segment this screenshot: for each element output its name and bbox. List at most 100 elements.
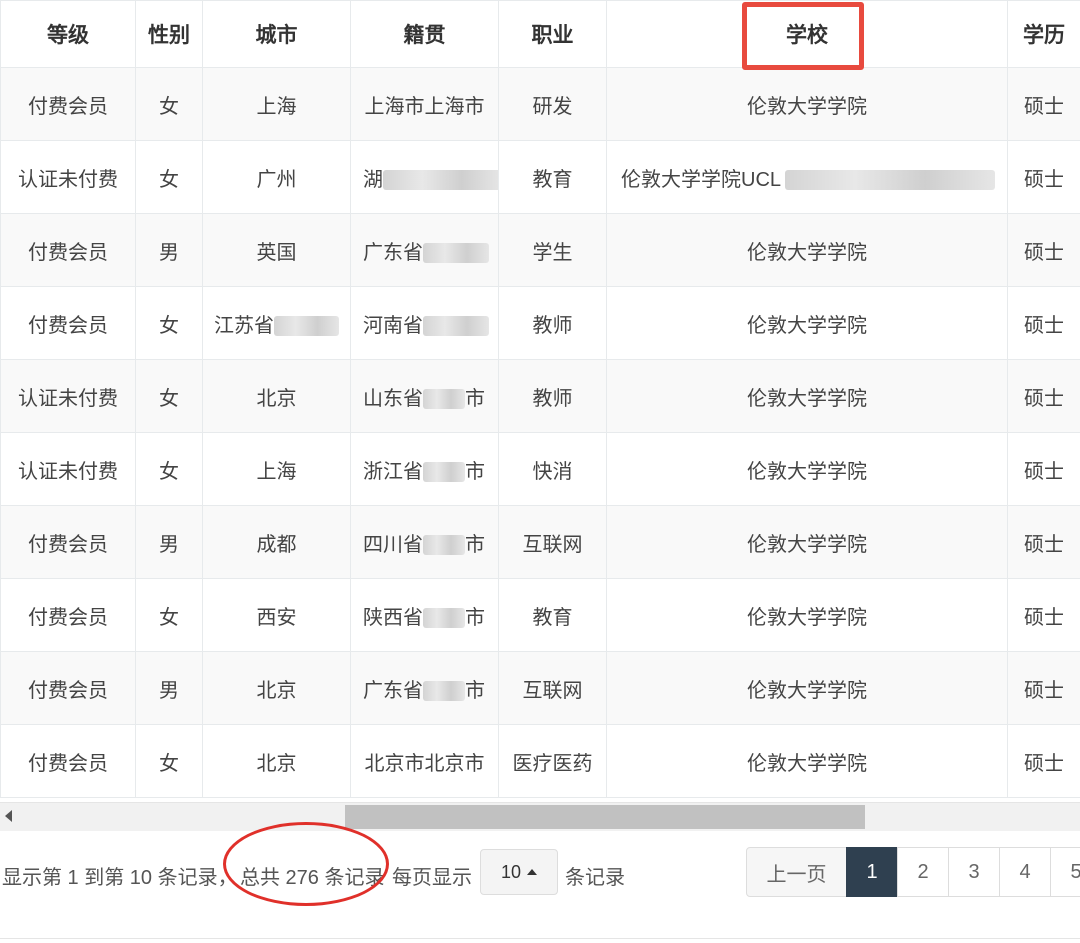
header-degree[interactable]: 学历 [1007,0,1080,68]
cell-degree-text: 硕士 [1024,460,1064,483]
cell-school-text: 伦敦大学学院 [747,241,867,264]
page-button-2[interactable]: 2 [897,847,949,897]
table-row[interactable]: 付费会员 女 西安 陕西省 市 教育 伦敦大学学院 硕士 [0,578,1080,652]
redacted-blur [383,170,498,191]
header-city[interactable]: 城市 [202,0,351,68]
table-footer: 显示第 1 到第 10 条记录， 总共 276 条记录 每页显示 10 条记录 … [0,847,1080,899]
cell-level-text: 付费会员 [28,241,108,264]
cell-origin: 上海市上海市 [350,67,499,141]
cell-job-text: 教育 [532,606,573,629]
cell-school: 伦敦大学学院 [606,67,1008,141]
cell-origin-text: 湖 [363,168,383,191]
table-row[interactable]: 付费会员 男 北京 广东省 市 互联网 伦敦大学学院 硕士 [0,651,1080,725]
page-size-dropdown[interactable]: 10 [480,849,558,895]
cell-origin-text: 四川省 [363,533,423,556]
cell-level-text: 付费会员 [28,314,108,337]
cell-job: 互联网 [498,651,607,725]
table-row[interactable]: 付费会员 女 北京 北京市北京市 医疗医药 伦敦大学学院 硕士 [0,724,1080,798]
cell-degree-text: 硕士 [1024,606,1064,629]
cell-origin-suffix: 市 [465,533,485,556]
cell-gender: 男 [135,213,203,287]
cell-city: 英国 [202,213,351,287]
cell-origin-suffix: 市 [465,606,485,629]
cell-origin-text: 河南省 [363,314,423,337]
cell-level: 认证未付费 [0,140,136,214]
cell-job: 医疗医药 [498,724,607,798]
cell-school-text: 伦敦大学学院 [747,679,867,702]
cell-job-text: 医疗医药 [512,752,593,775]
cell-city: 成都 [202,505,351,579]
cell-degree: 硕士 [1007,651,1080,725]
cell-degree-text: 硕士 [1024,241,1064,264]
header-job[interactable]: 职业 [498,0,607,68]
cell-level-text: 付费会员 [28,95,108,118]
cell-origin: 河南省 [350,286,499,360]
cell-origin: 山东省 市 [350,359,499,433]
cell-school: 伦敦大学学院 [606,651,1008,725]
cell-origin-text: 广东省 [363,241,423,264]
cell-level-text: 付费会员 [28,533,108,556]
prev-page-button[interactable]: 上一页 [746,847,847,897]
cell-degree-text: 硕士 [1024,533,1064,556]
cell-gender-text: 女 [159,168,179,191]
cell-gender: 女 [135,140,203,214]
horizontal-scrollbar[interactable] [0,802,1080,831]
cell-school: 伦敦大学学院UCL [606,140,1008,214]
cell-origin-text: 北京市北京市 [364,752,485,775]
table-row[interactable]: 认证未付费 女 北京 山东省 市 教师 伦敦大学学院 硕士 [0,359,1080,433]
cell-origin-text: 陕西省 [363,606,423,629]
table-row[interactable]: 付费会员 男 成都 四川省 市 互联网 伦敦大学学院 硕士 [0,505,1080,579]
cell-level: 付费会员 [0,286,136,360]
cell-origin: 湖 [350,140,499,214]
page-button-5[interactable]: 5 [1050,847,1080,897]
table-row[interactable]: 付费会员 女 上海 上海市上海市 研发 伦敦大学学院 硕士 [0,67,1080,141]
table-row[interactable]: 付费会员 女 江苏省 河南省 教师 伦敦大学学院 硕士 [0,286,1080,360]
cell-level: 付费会员 [0,505,136,579]
cell-level: 付费会员 [0,67,136,141]
cell-level-text: 认证未付费 [18,460,118,483]
cell-degree-text: 硕士 [1024,95,1064,118]
cell-gender-text: 女 [159,95,179,118]
cell-gender: 男 [135,651,203,725]
table-row[interactable]: 付费会员 男 英国 广东省 学生 伦敦大学学院 硕士 [0,213,1080,287]
redacted-blur [423,316,489,337]
cell-gender: 男 [135,505,203,579]
table-row[interactable]: 认证未付费 女 广州 湖 教育 伦敦大学学院UCL 硕士 [0,140,1080,214]
page-button-4[interactable]: 4 [999,847,1051,897]
cell-degree: 硕士 [1007,359,1080,433]
scroll-thumb[interactable] [345,805,865,829]
cell-city: 上海 [202,432,351,506]
cell-level: 付费会员 [0,651,136,725]
cell-gender-text: 女 [159,387,179,410]
range-text: 显示第 1 到第 10 条记录， [2,867,238,889]
cell-degree: 硕士 [1007,505,1080,579]
cell-origin-suffix: 市 [465,460,485,483]
cell-job: 研发 [498,67,607,141]
cell-job: 学生 [498,213,607,287]
page-button-1[interactable]: 1 [846,847,898,897]
header-origin[interactable]: 籍贯 [350,0,499,68]
header-level[interactable]: 等级 [0,0,136,68]
cell-degree-text: 硕士 [1024,168,1064,191]
cell-origin-text: 上海市上海市 [364,95,485,118]
cell-job: 教育 [498,140,607,214]
cell-degree: 硕士 [1007,140,1080,214]
scroll-left-arrow-icon[interactable] [5,810,12,822]
cell-gender-text: 女 [159,460,179,483]
cell-job-text: 快消 [532,460,573,483]
cell-gender-text: 女 [159,752,179,775]
cell-city: 北京 [202,651,351,725]
cell-city: 广州 [202,140,351,214]
header-gender[interactable]: 性别 [135,0,203,68]
redacted-blur [423,243,489,264]
cell-city: 江苏省 [202,286,351,360]
page-button-3[interactable]: 3 [948,847,1000,897]
table-row[interactable]: 认证未付费 女 上海 浙江省 市 快消 伦敦大学学院 硕士 [0,432,1080,506]
cell-level: 付费会员 [0,724,136,798]
cell-origin-text: 浙江省 [363,460,423,483]
cell-gender: 女 [135,578,203,652]
cell-origin: 广东省 [350,213,499,287]
cell-level: 认证未付费 [0,359,136,433]
cell-level: 付费会员 [0,578,136,652]
per-page-label: 每页显示 [392,867,472,889]
